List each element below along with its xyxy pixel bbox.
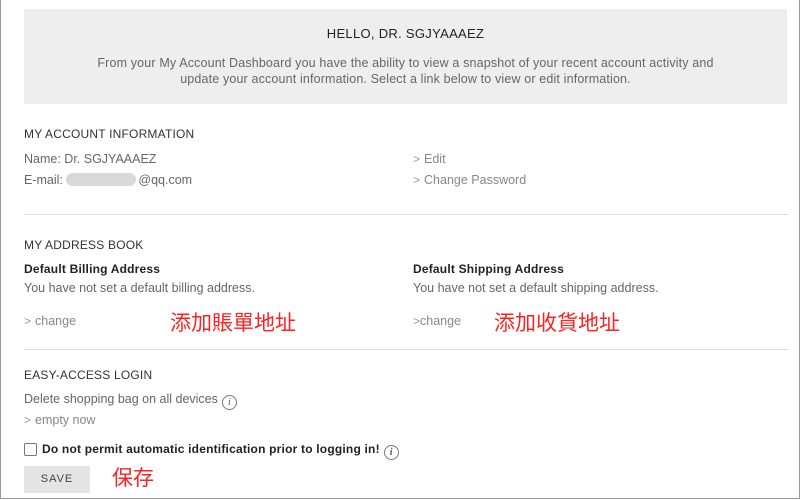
dashboard-description: From your My Account Dashboard you have … bbox=[64, 55, 747, 87]
shipping-address-text: You have not set a default shipping addr… bbox=[413, 281, 659, 295]
checkbox-label[interactable]: Do not permit automatic identification p… bbox=[42, 442, 380, 456]
empty-now-label: empty now bbox=[35, 413, 96, 427]
email-redacted-mask bbox=[66, 173, 137, 186]
shipping-change-label: change bbox=[420, 314, 462, 328]
account-name: Name: Dr. SGJYAAAEZ bbox=[24, 152, 157, 166]
description-line-1: From your My Account Dashboard you have … bbox=[97, 56, 714, 70]
checkbox-row: Do not permit automatic identification p… bbox=[42, 442, 399, 460]
info-icon[interactable]: i bbox=[221, 395, 237, 410]
email-domain: @qq.com bbox=[138, 173, 193, 187]
section-divider bbox=[24, 349, 789, 350]
chevron-right-icon: > bbox=[413, 152, 421, 166]
greeting-title: HELLO, DR. SGJYAAAEZ bbox=[326, 26, 485, 41]
chevron-right-icon: > bbox=[24, 413, 32, 427]
change-password-link[interactable]: > Change Password bbox=[413, 173, 526, 187]
delete-bag-row: Delete shopping bag on all devices i bbox=[24, 392, 237, 410]
billing-annotation: 添加賬單地址 bbox=[170, 312, 296, 335]
dashboard-welcome-panel: HELLO, DR. SGJYAAAEZ From your My Accoun… bbox=[24, 9, 787, 104]
easy-access-title: EASY-ACCESS LOGIN bbox=[24, 368, 153, 382]
account-email: E-mail: @qq.com bbox=[24, 173, 192, 187]
billing-change-label: change bbox=[35, 314, 77, 328]
address-book-title: MY ADDRESS BOOK bbox=[24, 238, 144, 252]
shipping-change-link[interactable]: >change bbox=[413, 314, 461, 328]
chevron-right-icon: > bbox=[24, 314, 32, 328]
empty-now-link[interactable]: > empty now bbox=[24, 413, 95, 427]
billing-address-text: You have not set a default billing addre… bbox=[24, 281, 255, 295]
info-icon[interactable]: i bbox=[383, 445, 399, 460]
billing-address-title: Default Billing Address bbox=[24, 262, 161, 276]
change-password-label: Change Password bbox=[424, 173, 527, 187]
chevron-right-icon: > bbox=[413, 314, 421, 328]
billing-change-link[interactable]: > change bbox=[24, 314, 76, 328]
edit-account-link[interactable]: > Edit bbox=[413, 152, 446, 166]
save-annotation: 保存 bbox=[112, 467, 154, 490]
account-info-title: MY ACCOUNT INFORMATION bbox=[24, 127, 195, 141]
description-line-2: update your account information. Select … bbox=[180, 72, 631, 86]
edit-link-label: Edit bbox=[424, 152, 446, 166]
auto-identification-checkbox[interactable] bbox=[24, 443, 37, 456]
section-divider bbox=[24, 214, 789, 215]
shipping-address-title: Default Shipping Address bbox=[413, 262, 565, 276]
chevron-right-icon: > bbox=[413, 173, 421, 187]
save-button[interactable]: SAVE bbox=[24, 466, 90, 493]
delete-bag-text: Delete shopping bag on all devices bbox=[24, 392, 218, 406]
email-label: E-mail: bbox=[24, 173, 63, 187]
shipping-annotation: 添加收貨地址 bbox=[494, 312, 620, 335]
